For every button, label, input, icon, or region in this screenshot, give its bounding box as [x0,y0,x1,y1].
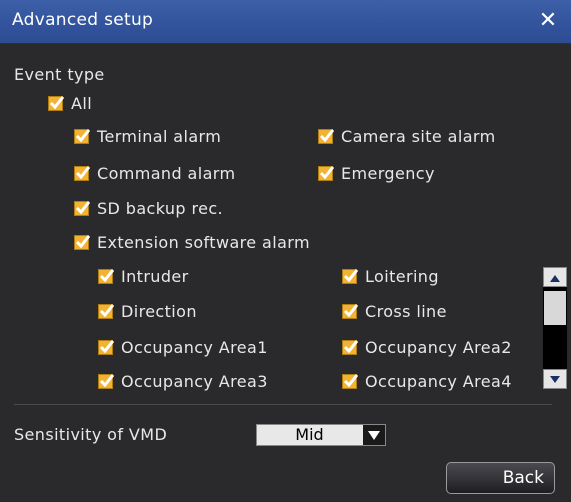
checkbox-occupancy-area4[interactable]: Occupancy Area4 [342,372,512,391]
checkbox-label: Direction [121,302,197,321]
back-button[interactable]: Back [446,462,555,494]
checkbox-label: Camera site alarm [341,127,496,146]
checkbox-occupancy-area2[interactable]: Occupancy Area2 [342,338,512,357]
sensitivity-label: Sensitivity of VMD [14,425,168,444]
checkbox-command-alarm[interactable]: Command alarm [74,164,235,183]
checkbox-camera-site-alarm[interactable]: Camera site alarm [318,127,496,146]
checkbox-extension-software-alarm[interactable]: Extension software alarm [74,233,310,252]
triangle-down-icon [550,376,560,383]
checkbox-checked-icon [98,340,115,355]
checkbox-cross-line[interactable]: Cross line [342,302,447,321]
checkbox-checked-icon [74,201,91,216]
divider [14,404,552,405]
checkbox-occupancy-area3[interactable]: Occupancy Area3 [98,372,268,391]
checkbox-sd-backup-rec[interactable]: SD backup rec. [74,199,223,218]
dialog-title: Advanced setup [12,10,154,30]
triangle-up-icon [550,275,560,282]
checkbox-label: Occupancy Area1 [121,338,268,357]
checkbox-checked-icon [342,374,359,389]
checkbox-checked-icon [98,374,115,389]
extension-alarm-list: Intruder Loitering Direction Cross line … [76,260,541,392]
checkbox-label: Loitering [365,267,439,286]
checkbox-label: Cross line [365,302,447,321]
scrollbar[interactable] [543,267,567,389]
checkbox-checked-icon [98,269,115,284]
checkbox-checked-icon [48,96,65,111]
checkbox-all[interactable]: All [48,94,92,113]
advanced-setup-dialog: Advanced setup ✕ Event type All Terminal… [0,0,571,502]
close-icon[interactable]: ✕ [537,10,559,32]
checkbox-checked-icon [318,129,335,144]
checkbox-checked-icon [342,269,359,284]
dropdown-arrow-icon[interactable] [363,425,385,445]
sensitivity-select[interactable]: Mid [256,424,386,446]
event-type-label: Event type [14,65,105,84]
checkbox-loitering[interactable]: Loitering [342,267,439,286]
checkbox-label: Terminal alarm [97,127,222,146]
checkbox-label: Extension software alarm [97,233,310,252]
sensitivity-value: Mid [295,425,324,444]
scroll-up-button[interactable] [543,267,567,287]
checkbox-checked-icon [74,166,91,181]
checkbox-label: Emergency [341,164,435,183]
checkbox-direction[interactable]: Direction [98,302,197,321]
checkbox-emergency[interactable]: Emergency [318,164,435,183]
checkbox-checked-icon [342,304,359,319]
checkbox-checked-icon [74,235,91,250]
checkbox-checked-icon [74,129,91,144]
checkbox-checked-icon [98,304,115,319]
checkbox-intruder[interactable]: Intruder [98,267,189,286]
checkbox-label: Intruder [121,267,189,286]
checkbox-terminal-alarm[interactable]: Terminal alarm [74,127,221,146]
checkbox-label: Command alarm [97,164,236,183]
scroll-down-button[interactable] [543,369,567,389]
checkbox-label: SD backup rec. [97,199,224,218]
scrollbar-thumb[interactable] [544,291,566,325]
checkbox-all-label: All [71,94,93,113]
checkbox-label: Occupancy Area2 [365,338,512,357]
checkbox-checked-icon [318,166,335,181]
checkbox-occupancy-area1[interactable]: Occupancy Area1 [98,338,268,357]
checkbox-checked-icon [342,340,359,355]
checkbox-label: Occupancy Area3 [121,372,268,391]
checkbox-label: Occupancy Area4 [365,372,512,391]
title-bar: Advanced setup ✕ [0,0,571,44]
